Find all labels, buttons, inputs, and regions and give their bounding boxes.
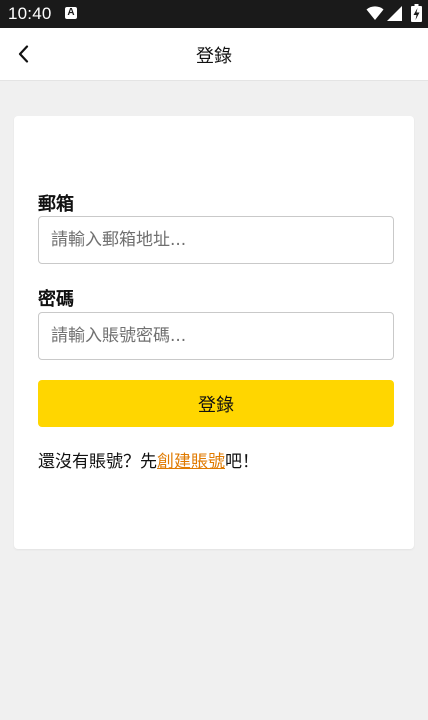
wifi-icon xyxy=(366,6,384,20)
signup-prefix: 還沒有賬號？先 xyxy=(38,452,157,472)
email-label: 郵箱 xyxy=(38,194,74,215)
battery-charging-icon xyxy=(411,4,422,22)
signup-suffix: 吧！ xyxy=(225,452,259,472)
page-title: 登錄 xyxy=(196,46,232,67)
signup-prompt: 還沒有賬號？先創建賬號吧！ xyxy=(38,447,259,472)
status-time: 10:40 xyxy=(8,4,52,23)
create-account-link[interactable]: 創建賬號 xyxy=(157,452,225,472)
cell-signal-icon xyxy=(387,6,402,21)
a-badge-icon: A xyxy=(65,7,77,19)
password-label: 密碼 xyxy=(38,289,74,310)
password-field[interactable] xyxy=(38,312,394,360)
app-bar: 登錄 xyxy=(0,28,428,81)
login-card: 郵箱 密碼 登錄 還沒有賬號？先創建賬號吧！ xyxy=(14,116,414,549)
login-button[interactable]: 登錄 xyxy=(38,380,394,427)
email-field[interactable] xyxy=(38,216,394,264)
status-bar: 10:40 A xyxy=(0,0,428,28)
